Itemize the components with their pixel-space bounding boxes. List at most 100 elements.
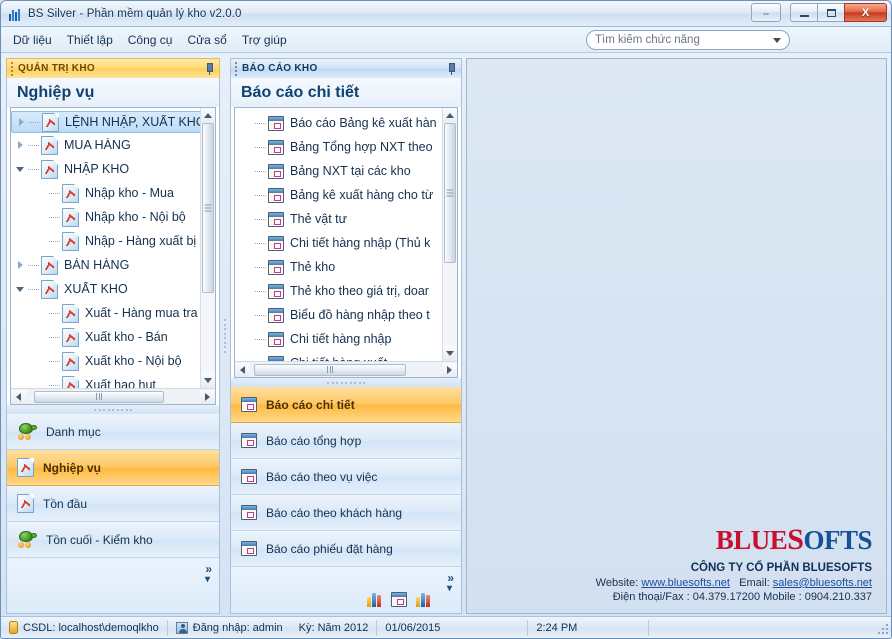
nav-item[interactable]: Báo cáo chi tiết [231, 387, 461, 423]
report-tree-item[interactable]: Bảng NXT tại các kho [235, 159, 457, 183]
scroll-right-button[interactable] [442, 363, 457, 377]
pin-icon[interactable] [203, 63, 215, 75]
tree-item[interactable]: BÁN HÀNG [11, 253, 215, 277]
email-link[interactable]: sales@bluesofts.net [773, 577, 872, 589]
nav-item[interactable]: Báo cáo tổng hợp [231, 423, 461, 459]
minimize-button[interactable] [790, 3, 817, 22]
pin-icon[interactable] [445, 63, 457, 75]
scroll-thumb[interactable] [202, 123, 214, 293]
menu-item-cua-so[interactable]: Cửa sổ [187, 33, 226, 47]
report-tree-item[interactable]: Thẻ kho theo giá trị, doar [235, 279, 457, 303]
report-tree-item[interactable]: Chi tiết hàng nhập (Thủ k [235, 231, 457, 255]
function-search-box[interactable] [586, 30, 790, 50]
scroll-down-button[interactable] [443, 346, 457, 361]
report-tree-item[interactable]: Thẻ vật tư [235, 207, 457, 231]
menu-item-cong-cu[interactable]: Công cụ [128, 33, 173, 47]
report-tree-item[interactable]: Chi tiết hàng xuất [235, 351, 457, 361]
tree-item[interactable]: Xuất - Hàng mua tra [11, 301, 215, 325]
nav-item[interactable]: Danh mục [7, 414, 219, 450]
left-panel-caption[interactable]: QUẢN TRỊ KHO [6, 58, 220, 78]
turtle-icon [17, 531, 37, 548]
restore-group-button[interactable]: ⇔ [751, 3, 781, 22]
report-tree-item[interactable]: Thẻ kho [235, 255, 457, 279]
mid-panel-splitter-grip[interactable] [231, 378, 461, 387]
nav-item[interactable]: Báo cáo theo khách hàng [231, 495, 461, 531]
expander-closed-icon[interactable] [15, 260, 26, 271]
search-input[interactable] [595, 34, 769, 46]
tree-item[interactable]: Nhập - Hàng xuất bị [11, 229, 215, 253]
maximize-button[interactable] [817, 3, 844, 22]
report-tree-item-label: Chi tiết hàng nhập (Thủ k [290, 236, 430, 250]
scroll-left-button[interactable] [11, 390, 26, 404]
bar-chart-icon[interactable] [367, 592, 382, 607]
overflow-caret-icon[interactable]: ▾ [447, 583, 452, 594]
tree-item[interactable]: LỆNH NHẬP, XUẤT KHO [11, 111, 207, 133]
grid-report-icon[interactable] [391, 592, 407, 607]
chevron-down-icon[interactable] [773, 38, 781, 43]
drag-grip-icon [11, 62, 13, 76]
nav-item-label: Báo cáo tổng hợp [266, 434, 361, 448]
expander-closed-icon[interactable] [16, 117, 27, 128]
nghiep-vu-tree[interactable]: LỆNH NHẬP, XUẤT KHOMUA HÀNGNHẬP KHONhập … [10, 107, 216, 405]
tree-connector [28, 265, 39, 266]
status-date: 01/06/2015 [377, 617, 527, 638]
nav-item[interactable]: Báo cáo theo vụ việc [231, 459, 461, 495]
tree-item[interactable]: NHẬP KHO [11, 157, 215, 181]
expander-open-icon[interactable] [15, 284, 26, 295]
report-vertical-scrollbar[interactable] [442, 108, 457, 361]
report-tree-item[interactable]: Biểu đồ hàng nhập theo t [235, 303, 457, 327]
left-panel-splitter-grip[interactable] [7, 405, 219, 414]
panel-splitter[interactable] [220, 58, 230, 614]
scroll-right-button[interactable] [200, 390, 215, 404]
tree-item[interactable]: Nhập kho - Nội bộ [11, 205, 215, 229]
tree-item[interactable]: Xuất kho - Bán [11, 325, 215, 349]
tree-connector [49, 385, 60, 386]
tree-connector [255, 147, 266, 148]
expander-closed-icon[interactable] [15, 140, 26, 151]
grid-report-icon [241, 505, 257, 520]
report-tree-item[interactable]: Báo cáo Bảng kê xuất hàn [235, 111, 457, 135]
nav-item[interactable]: Nghiệp vụ [7, 450, 219, 486]
nav-item[interactable]: Báo cáo phiếu đặt hàng [231, 531, 461, 567]
menu-item-tro-giup[interactable]: Trợ giúp [242, 33, 287, 47]
mid-panel-caption[interactable]: BÁO CÁO KHO [230, 58, 462, 78]
nav-item[interactable]: Tồn đầu [7, 486, 219, 522]
scroll-up-button[interactable] [443, 108, 457, 123]
report-tree-item[interactable]: Bảng kê xuất hàng cho từ [235, 183, 457, 207]
nav-item[interactable]: Tồn cuối - Kiểm kho [7, 522, 219, 558]
hscroll-track[interactable] [250, 363, 442, 377]
close-button[interactable]: X [844, 3, 887, 22]
expander-open-icon[interactable] [15, 164, 26, 175]
menu-item-thiet-lap[interactable]: Thiết lập [67, 33, 113, 47]
menu-item-du-lieu[interactable]: Dữ liệu [13, 33, 52, 47]
hscroll-thumb[interactable] [34, 391, 164, 403]
scroll-track[interactable] [201, 123, 215, 373]
hscroll-thumb[interactable] [254, 364, 406, 376]
report-tree-item[interactable]: Chi tiết hàng nhập [235, 327, 457, 351]
scroll-up-button[interactable] [201, 108, 215, 123]
status-user-text: Đăng nhập: admin [193, 622, 283, 634]
website-link[interactable]: www.bluesofts.net [641, 577, 730, 589]
report-horizontal-scrollbar[interactable] [235, 361, 457, 377]
bao-cao-tree[interactable]: Báo cáo Bảng kê xuất hànBảng Tổng hợp NX… [234, 107, 458, 378]
bar-chart-icon[interactable] [416, 592, 431, 607]
document-check-icon [62, 184, 79, 203]
report-tree-item[interactable]: Bảng Tổng hợp NXT theo [235, 135, 457, 159]
tree-list: Báo cáo Bảng kê xuất hànBảng Tổng hợp NX… [235, 108, 457, 361]
tree-horizontal-scrollbar[interactable] [11, 388, 215, 404]
overflow-caret-icon[interactable]: ▾ [205, 574, 210, 585]
tree-vertical-scrollbar[interactable] [200, 108, 215, 388]
resize-grip-icon[interactable] [876, 622, 888, 634]
user-icon [176, 622, 188, 634]
scroll-left-button[interactable] [235, 363, 250, 377]
scroll-track[interactable] [443, 123, 457, 346]
tree-item[interactable]: MUA HÀNG [11, 133, 215, 157]
tree-item[interactable]: Xuất hao hụt [11, 373, 215, 388]
tree-item[interactable]: Xuất kho - Nội bộ [11, 349, 215, 373]
hscroll-track[interactable] [26, 390, 200, 404]
scroll-down-button[interactable] [201, 373, 215, 388]
logo-part-2: LUE [733, 525, 787, 555]
scroll-thumb[interactable] [444, 123, 456, 263]
tree-item[interactable]: Nhập kho - Mua [11, 181, 215, 205]
tree-item[interactable]: XUẤT KHO [11, 277, 215, 301]
